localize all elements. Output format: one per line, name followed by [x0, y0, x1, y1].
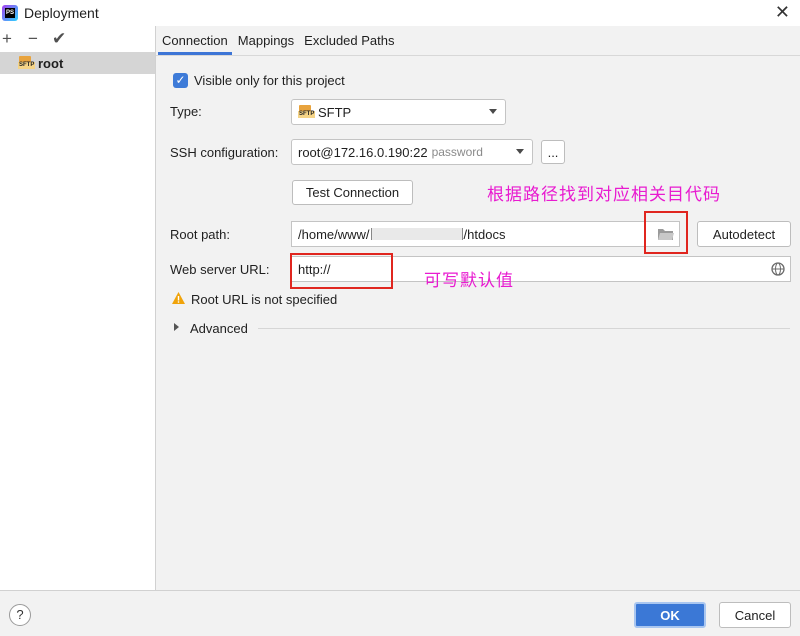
root-path-annotation: 根据路径找到对应相关目代码: [487, 185, 721, 205]
sftp-server-icon: SFTP: [18, 56, 36, 70]
web-server-url-label: Web server URL:: [170, 262, 270, 277]
ok-button[interactable]: OK: [634, 602, 706, 628]
ssh-config-value: root@172.16.0.190:22: [298, 144, 428, 160]
redacted-segment: [370, 228, 463, 240]
server-item-label: root: [38, 55, 64, 71]
warning-icon: [171, 291, 186, 308]
root-path-input[interactable]: /home/www/ /htdocs: [291, 221, 680, 247]
server-item-root[interactable]: SFTP root: [0, 52, 155, 74]
remove-icon[interactable]: −: [26, 29, 40, 49]
help-button[interactable]: ?: [9, 604, 31, 626]
dialog-footer: ? OK Cancel: [0, 590, 800, 636]
sftp-type-icon: SFTP: [298, 105, 316, 119]
chevron-right-icon[interactable]: [174, 323, 179, 331]
divider: [258, 328, 790, 329]
highlight-box: [290, 253, 393, 289]
server-list-pane: + − ✔ SFTP root: [0, 26, 156, 590]
visible-only-checkbox[interactable]: ✓: [173, 73, 188, 88]
cancel-button[interactable]: Cancel: [719, 602, 791, 628]
close-icon[interactable]: ✕: [775, 2, 790, 23]
advanced-toggle[interactable]: Advanced: [190, 321, 248, 336]
add-icon[interactable]: +: [0, 29, 14, 49]
ssh-config-more-button[interactable]: ...: [541, 140, 565, 164]
window-title: Deployment: [24, 5, 99, 21]
folder-browse-icon[interactable]: [657, 227, 675, 244]
root-path-label: Root path:: [170, 227, 230, 242]
type-select-value: SFTP: [318, 104, 352, 120]
tab-mappings[interactable]: Mappings: [234, 28, 298, 55]
chevron-down-icon: [489, 109, 497, 114]
phpstorm-app-icon: PS: [2, 5, 18, 21]
server-toolbar: + − ✔: [0, 26, 155, 52]
tab-bar: Connection Mappings Excluded Paths: [158, 28, 401, 55]
type-select[interactable]: SFTP SFTP: [291, 99, 506, 125]
check-icon[interactable]: ✔: [52, 29, 66, 49]
root-path-suffix: /htdocs: [463, 226, 506, 242]
chevron-down-icon: [516, 149, 524, 154]
root-url-warning: Root URL is not specified: [191, 292, 338, 307]
tab-divider: [156, 55, 800, 56]
type-label: Type:: [170, 104, 202, 119]
test-connection-button[interactable]: Test Connection: [292, 180, 413, 205]
globe-icon[interactable]: [771, 262, 785, 279]
tab-connection[interactable]: Connection: [158, 28, 232, 55]
visible-only-label: Visible only for this project: [194, 73, 345, 88]
url-annotation: 可写默认值: [424, 271, 514, 291]
autodetect-button[interactable]: Autodetect: [697, 221, 791, 247]
ssh-auth-type: password: [431, 145, 483, 159]
ssh-config-label: SSH configuration:: [170, 145, 279, 160]
root-path-prefix: /home/www/: [298, 226, 370, 242]
ssh-config-select[interactable]: root@172.16.0.190:22 password: [291, 139, 533, 165]
tab-excluded-paths[interactable]: Excluded Paths: [300, 28, 398, 55]
title-bar: PS Deployment ✕: [0, 0, 800, 26]
